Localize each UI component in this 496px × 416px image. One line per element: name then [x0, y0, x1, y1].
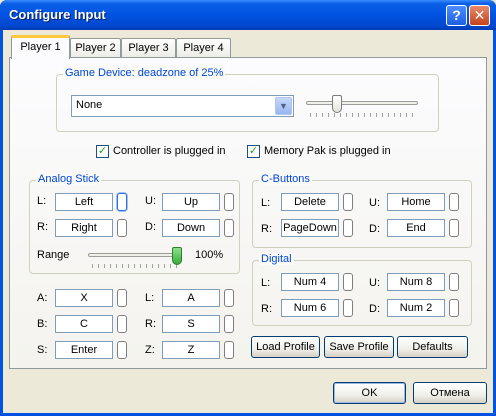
c-buttons-label: C-Buttons — [259, 173, 312, 185]
button-l-indicator — [224, 289, 234, 307]
range-label: Range — [37, 249, 70, 261]
tab-player-3[interactable]: Player 3 — [121, 38, 176, 58]
controller-plugged-label: Controller is plugged in — [113, 145, 226, 157]
digital-up-indicator — [449, 273, 459, 291]
button-r-field[interactable]: S — [162, 315, 220, 333]
deadzone-slider-track[interactable] — [306, 101, 418, 105]
range-ticks — [92, 264, 178, 268]
button-z-indicator — [224, 341, 234, 359]
digital-right-indicator — [343, 299, 353, 317]
analog-l-label: L: — [37, 195, 47, 207]
analog-up-indicator — [224, 193, 234, 211]
title-bar: Configure Input ? ✕ — [0, 0, 496, 30]
c-buttons-group: C-Buttons — [252, 173, 472, 248]
cancel-button[interactable]: Отмена — [413, 382, 487, 404]
button-l-label: L: — [145, 292, 155, 304]
c-left-indicator — [343, 193, 353, 211]
analog-r-label: R: — [37, 221, 48, 233]
c-right-field[interactable]: PageDown — [281, 219, 339, 237]
game-device-label: Game Device: deadzone of 25% — [63, 67, 226, 79]
game-device-select[interactable]: None ▼ — [71, 95, 294, 117]
digital-u-label: U: — [369, 277, 380, 289]
digital-left-field[interactable]: Num 4 — [281, 273, 339, 291]
range-value: 100% — [195, 249, 224, 261]
analog-u-label: U: — [145, 195, 156, 207]
range-slider-thumb[interactable] — [172, 247, 182, 265]
button-r-indicator — [224, 315, 234, 333]
digital-down-indicator — [449, 299, 459, 317]
controller-plugged-checkbox[interactable]: ✓ — [96, 145, 109, 158]
game-device-selected: None — [76, 99, 103, 111]
digital-down-field[interactable]: Num 2 — [387, 299, 445, 317]
digital-label: Digital — [259, 253, 294, 265]
button-z-field[interactable]: Z — [162, 341, 220, 359]
button-s-label: S: — [37, 344, 48, 356]
analog-stick-label: Analog Stick — [36, 173, 102, 185]
analog-down-indicator — [224, 219, 234, 237]
check-mark-icon: ✓ — [248, 145, 259, 157]
save-profile-button[interactable]: Save Profile — [324, 336, 394, 358]
mempak-plugged-checkbox[interactable]: ✓ — [247, 145, 260, 158]
range-slider-track[interactable] — [88, 253, 182, 257]
analog-d-label: D: — [145, 221, 156, 233]
tab-player-2[interactable]: Player 2 — [70, 38, 121, 58]
analog-left-indicator — [117, 193, 127, 211]
c-left-field[interactable]: Delete — [281, 193, 339, 211]
button-l-field[interactable]: A — [162, 289, 220, 307]
close-button[interactable]: ✕ — [469, 5, 490, 26]
deadzone-ticks — [310, 113, 414, 117]
button-b-indicator — [117, 315, 127, 333]
button-a-label: A: — [37, 292, 48, 304]
c-up-indicator — [449, 193, 459, 211]
button-b-label: B: — [37, 318, 48, 330]
c-l-label: L: — [261, 197, 271, 209]
c-down-indicator — [449, 219, 459, 237]
analog-right-field[interactable]: Right — [55, 219, 113, 237]
load-profile-button[interactable]: Load Profile — [251, 336, 320, 358]
tab-player-1[interactable]: Player 1 — [11, 35, 70, 59]
window-title: Configure Input — [9, 7, 106, 22]
chevron-down-icon[interactable]: ▼ — [275, 97, 292, 115]
mempak-plugged-label: Memory Pak is plugged in — [264, 145, 391, 157]
c-u-label: U: — [369, 197, 380, 209]
c-r-label: R: — [261, 223, 272, 235]
help-button[interactable]: ? — [446, 5, 467, 26]
button-b-field[interactable]: C — [55, 315, 113, 333]
digital-d-label: D: — [369, 303, 380, 315]
ok-button[interactable]: OK — [333, 382, 406, 404]
analog-left-field[interactable]: Left — [55, 193, 113, 211]
button-z-label: Z: — [145, 344, 155, 356]
button-a-indicator — [117, 289, 127, 307]
button-r-label: R: — [145, 318, 156, 330]
button-start-field[interactable]: Enter — [55, 341, 113, 359]
analog-down-field[interactable]: Down — [162, 219, 220, 237]
c-down-field[interactable]: End — [387, 219, 445, 237]
digital-left-indicator — [343, 273, 353, 291]
deadzone-slider-thumb[interactable] — [331, 95, 342, 113]
button-a-field[interactable]: X — [55, 289, 113, 307]
c-up-field[interactable]: Home — [387, 193, 445, 211]
defaults-button[interactable]: Defaults — [397, 336, 468, 358]
tab-player-4[interactable]: Player 4 — [176, 38, 231, 58]
button-start-indicator — [117, 341, 127, 359]
c-d-label: D: — [369, 223, 380, 235]
analog-right-indicator — [117, 219, 127, 237]
digital-l-label: L: — [261, 277, 271, 289]
check-mark-icon: ✓ — [97, 145, 108, 157]
digital-r-label: R: — [261, 303, 272, 315]
analog-up-field[interactable]: Up — [162, 193, 220, 211]
digital-up-field[interactable]: Num 8 — [387, 273, 445, 291]
digital-right-field[interactable]: Num 6 — [281, 299, 339, 317]
c-right-indicator — [343, 219, 353, 237]
